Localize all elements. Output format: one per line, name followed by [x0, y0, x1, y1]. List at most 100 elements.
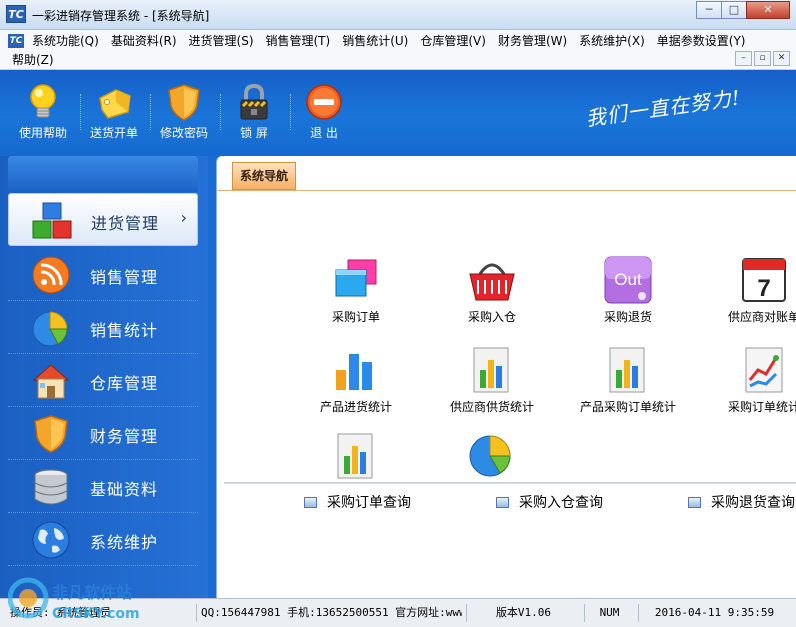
- product-purchase-stats-button[interactable]: 产品进货统计: [291, 344, 421, 415]
- toolbar-label: 退 出: [310, 126, 338, 140]
- tag-icon: [99, 89, 131, 119]
- function-label: 采购订单: [331, 310, 380, 324]
- toolbar-label: 修改密码: [159, 126, 208, 140]
- purchase-return-query-link[interactable]: 采购退货查询: [688, 492, 795, 512]
- sidebar-item-label: 销售管理: [90, 268, 159, 287]
- menu-finance[interactable]: 财务管理(W): [492, 32, 573, 50]
- function-label: 采购订单统计: [727, 400, 796, 414]
- section-divider: [224, 482, 796, 484]
- report-chart-button[interactable]: [291, 430, 421, 484]
- line-chart-icon: [745, 347, 783, 393]
- window-icon: [688, 496, 701, 508]
- status-contact: QQ:156447981 手机:13652500551 官方网址:www.: [196, 604, 462, 622]
- watermark-line2: CRSKY.com: [52, 606, 140, 622]
- product-order-stats-button[interactable]: 产品采购订单统计: [563, 344, 693, 415]
- sidebar-item-label: 基础资料: [90, 480, 159, 499]
- menu-sales[interactable]: 销售管理(T): [260, 32, 337, 50]
- function-label: 供应商供货统计: [449, 400, 534, 414]
- globe-icon: [32, 521, 70, 559]
- purchase-return-button[interactable]: Out 采购退货: [563, 254, 693, 325]
- menu-purchase[interactable]: 进货管理(S): [183, 32, 260, 50]
- supplier-supply-stats-button[interactable]: 供应商供货统计: [427, 344, 557, 415]
- purchase-order-button[interactable]: 采购订单: [291, 254, 421, 325]
- navigation-content: 系统导航 采购订单 采购入仓 Out 采购退货 7 供应商对账单 产品进货统计 …: [216, 156, 796, 598]
- sidebar-item-label: 系统维护: [90, 533, 159, 552]
- toolbar-label: 送货开单: [89, 126, 138, 140]
- tab-underline: [217, 190, 796, 191]
- window-icon: [304, 496, 317, 508]
- menu-row-help: 帮助(Z): [12, 51, 60, 69]
- supplier-statement-button[interactable]: 7 供应商对账单: [699, 254, 796, 325]
- child-minimize-button[interactable]: –: [735, 51, 752, 66]
- help-tool-button[interactable]: 使用帮助: [8, 82, 78, 141]
- child-close-button[interactable]: ✕: [773, 51, 790, 66]
- lock-screen-tool-button[interactable]: 锁 屏: [219, 82, 289, 141]
- window-icon: [496, 496, 509, 508]
- out-icon-text: Out: [614, 270, 642, 289]
- query-label: 采购入仓查询: [519, 495, 603, 511]
- sidebar-item-sales-stats[interactable]: 销售统计: [8, 301, 198, 354]
- house-icon: [32, 364, 70, 399]
- child-restore-button[interactable]: ▫: [754, 51, 771, 66]
- sidebar: 进货管理 › 销售管理 销售统计 仓库管理 财务管理 基础资料 系统维护: [0, 156, 208, 598]
- pie-report-button[interactable]: [427, 430, 557, 484]
- bar-chart-icon: [336, 354, 372, 390]
- menu-warehouse[interactable]: 仓库管理(V): [414, 32, 492, 50]
- function-label: 产品进货统计: [319, 400, 392, 414]
- purchase-inbound-query-link[interactable]: 采购入仓查询: [496, 492, 603, 512]
- pie-chart-icon: [32, 311, 68, 347]
- out-icon: Out: [604, 256, 652, 304]
- pie-chart-icon: [469, 435, 511, 477]
- exit-icon: [306, 84, 342, 120]
- sidebar-item-sales[interactable]: 销售管理: [8, 248, 198, 301]
- database-icon: [34, 469, 68, 505]
- change-password-tool-button[interactable]: 修改密码: [149, 82, 219, 141]
- close-button[interactable]: ✕: [746, 1, 790, 19]
- shield-icon: [168, 84, 200, 121]
- sidebar-item-label: 进货管理: [91, 214, 160, 233]
- purchase-order-query-link[interactable]: 采购订单查询: [304, 492, 411, 512]
- watermark-line1: 非凡软件站: [52, 583, 132, 602]
- query-label: 采购订单查询: [327, 495, 411, 511]
- function-label: 采购退货: [603, 310, 652, 324]
- menu-app-icon: TC: [8, 34, 24, 48]
- blocks-icon: [32, 202, 72, 239]
- query-label: 采购退货查询: [711, 495, 795, 511]
- basket-icon: [469, 263, 515, 301]
- delivery-tool-button[interactable]: 送货开单: [79, 82, 149, 141]
- menu-basic-data[interactable]: 基础资料(R): [105, 32, 183, 50]
- function-label: 供应商对账单: [727, 310, 796, 324]
- sidebar-item-warehouse[interactable]: 仓库管理: [8, 354, 198, 407]
- menu-doc-settings[interactable]: 单据参数设置(Y): [651, 32, 752, 50]
- window-controls: ─ □ ✕: [696, 1, 790, 19]
- toolbar: 使用帮助 送货开单 修改密码 锁 屏 退 出 我们一直在努力!: [0, 70, 796, 156]
- minimize-button[interactable]: ─: [696, 1, 722, 19]
- child-window-controls: – ▫ ✕: [733, 51, 790, 66]
- sidebar-item-label: 仓库管理: [90, 374, 159, 393]
- purchase-order-stats-button[interactable]: 采购订单统计: [699, 344, 796, 415]
- tab-system-navigation[interactable]: 系统导航: [232, 162, 296, 190]
- slogan-text: 我们一直在努力!: [584, 85, 743, 131]
- toolbar-label: 使用帮助: [18, 126, 67, 140]
- sidebar-item-purchase[interactable]: 进货管理 ›: [8, 193, 198, 246]
- maximize-button[interactable]: □: [721, 1, 747, 19]
- menu-help[interactable]: 帮助(Z): [12, 51, 60, 69]
- calendar-icon-text: 7: [757, 275, 770, 302]
- lightbulb-icon: [30, 84, 56, 118]
- menu-system-functions[interactable]: 系统功能(Q): [26, 32, 105, 50]
- sidebar-item-label: 销售统计: [90, 321, 159, 340]
- menu-maintenance[interactable]: 系统维护(X): [573, 32, 651, 50]
- sidebar-item-finance[interactable]: 财务管理: [8, 407, 198, 460]
- purchase-inbound-button[interactable]: 采购入仓: [427, 254, 557, 325]
- sidebar-item-maintenance[interactable]: 系统维护: [8, 513, 198, 566]
- window-title: 一彩进销存管理系统 - [系统导航]: [32, 9, 210, 23]
- lock-icon: [240, 83, 268, 120]
- menu-bar: TC 系统功能(Q) 基础资料(R) 进货管理(S) 销售管理(T) 销售统计(…: [0, 30, 796, 70]
- sidebar-item-basic-data[interactable]: 基础资料: [8, 460, 198, 513]
- exit-tool-button[interactable]: 退 出: [289, 82, 359, 141]
- function-label: 产品采购订单统计: [579, 400, 676, 414]
- report-chart-icon: [337, 433, 373, 479]
- menu-sales-stats[interactable]: 销售统计(U): [336, 32, 414, 50]
- report-chart-icon: [473, 347, 509, 393]
- app-logo-icon: TC: [6, 5, 26, 23]
